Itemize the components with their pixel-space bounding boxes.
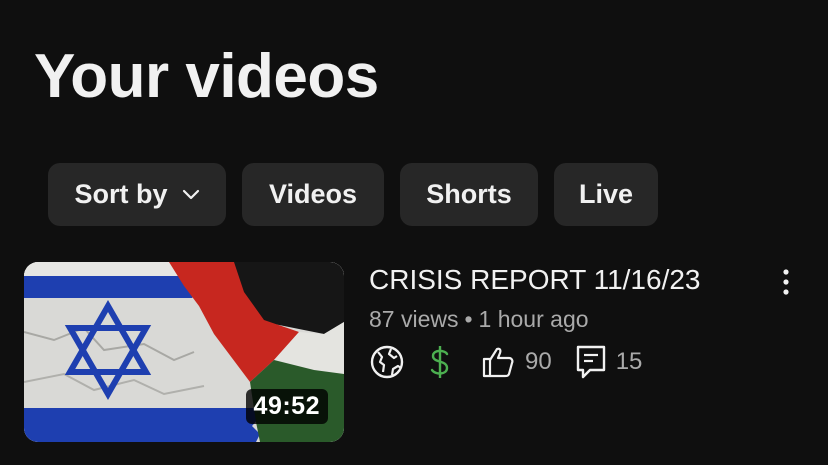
view-count: 87 views xyxy=(369,306,459,332)
more-options-icon[interactable] xyxy=(772,264,800,300)
live-chip-label: Live xyxy=(578,179,634,209)
video-duration: 49:52 xyxy=(245,389,328,424)
video-list-item[interactable]: 49:52 CRISIS REPORT 11/16/23 87 views • 1 … xyxy=(0,262,828,444)
comment-count: 15 xyxy=(615,348,643,375)
dollar-icon[interactable] xyxy=(429,344,451,380)
live-chip[interactable]: Live xyxy=(554,163,658,226)
chevron-down-icon xyxy=(182,189,200,201)
like-count: 90 xyxy=(525,348,552,375)
globe-icon[interactable] xyxy=(369,344,405,380)
video-thumbnail[interactable]: 49:52 xyxy=(24,262,344,442)
video-meta: 87 views • 1 hour ago xyxy=(369,306,589,333)
videos-chip[interactable]: Videos xyxy=(242,163,384,226)
sort-by-chip[interactable]: Sort by xyxy=(48,163,226,226)
page-title: Your videos xyxy=(34,42,379,111)
video-title[interactable]: CRISIS REPORT 11/16/23 xyxy=(369,264,701,296)
shorts-chip-label: Shorts xyxy=(426,179,512,209)
video-stats: 90 15 xyxy=(369,342,642,382)
videos-chip-label: Videos xyxy=(268,179,358,209)
sort-by-label: Sort by xyxy=(74,179,168,209)
thumbs-up-icon[interactable] xyxy=(481,345,515,379)
shorts-chip[interactable]: Shorts xyxy=(400,163,538,226)
upload-time: 1 hour ago xyxy=(478,306,589,332)
meta-separator: • xyxy=(464,306,473,332)
comment-icon[interactable] xyxy=(576,344,606,380)
